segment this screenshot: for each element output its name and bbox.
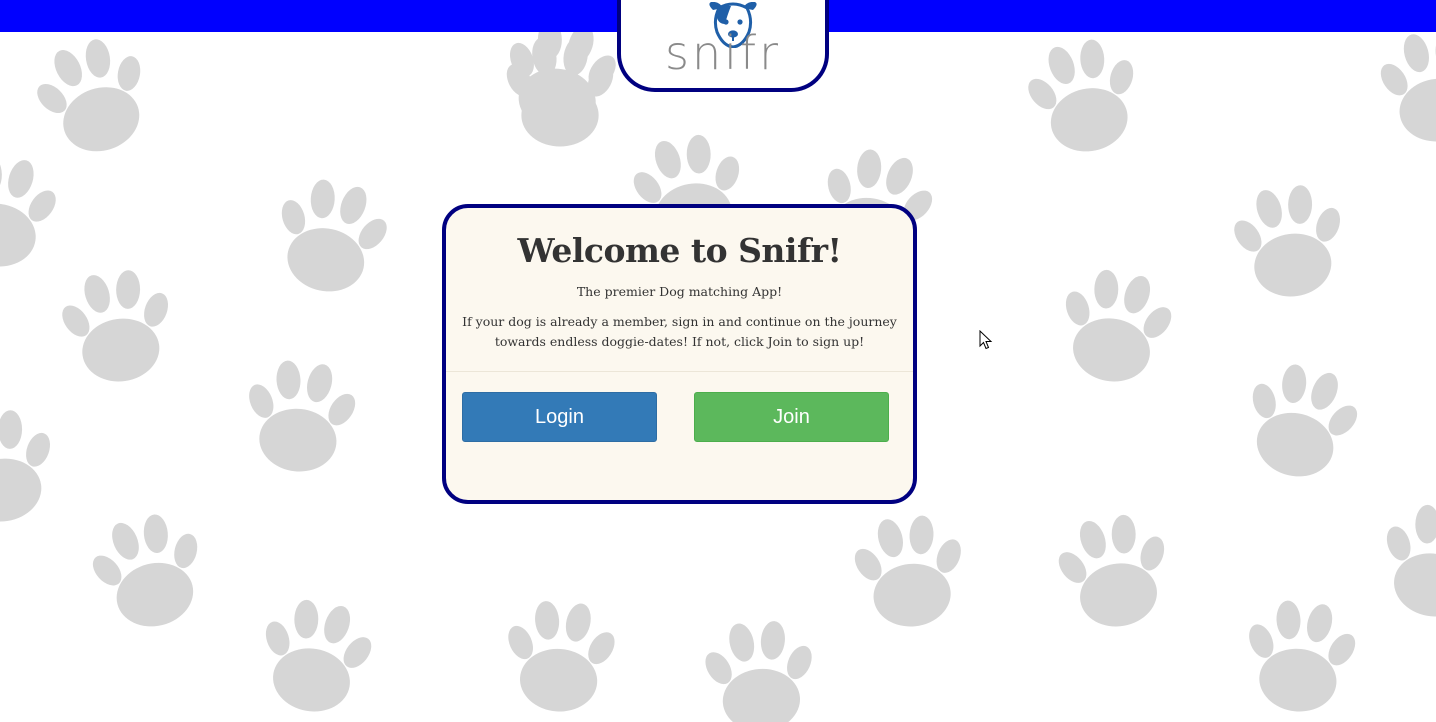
paw-print-icon xyxy=(1371,24,1436,148)
paw-print-icon xyxy=(1369,496,1436,626)
paw-print-icon xyxy=(845,509,974,633)
paw-print-icon xyxy=(1223,177,1356,305)
paw-print-icon xyxy=(1236,594,1365,718)
paw-print-icon xyxy=(1047,506,1182,636)
welcome-description: If your dog is already a member, sign in… xyxy=(462,314,897,349)
paw-print-icon xyxy=(1230,353,1372,490)
paw-print-icon xyxy=(1048,261,1183,391)
paw-print-icon xyxy=(0,402,66,530)
welcome-tagline: The premier Dog matching App! xyxy=(576,284,783,299)
logo-wordmark: snifr xyxy=(664,26,781,80)
page: snifr Welcome to Snifr! The premier Dog … xyxy=(0,0,1436,722)
paw-print-icon xyxy=(51,262,184,390)
paw-print-icon xyxy=(236,354,365,478)
paw-print-icon xyxy=(21,25,167,168)
login-button[interactable]: Login xyxy=(462,392,657,442)
paw-print-icon xyxy=(1015,29,1153,163)
paw-print-icon xyxy=(0,147,67,275)
paw-print-icon xyxy=(498,596,623,716)
join-button[interactable]: Join xyxy=(694,392,889,442)
mouse-cursor-icon xyxy=(979,330,993,350)
card-divider xyxy=(446,371,913,372)
paw-print-icon xyxy=(262,169,400,303)
paw-print-icon xyxy=(697,616,822,722)
welcome-card: Welcome to Snifr! The premier Dog matchi… xyxy=(442,204,917,504)
paw-print-icon xyxy=(78,503,220,640)
paw-print-icon xyxy=(248,591,383,721)
welcome-title: Welcome to Snifr! xyxy=(517,231,842,270)
logo-tab[interactable]: snifr xyxy=(617,0,829,92)
